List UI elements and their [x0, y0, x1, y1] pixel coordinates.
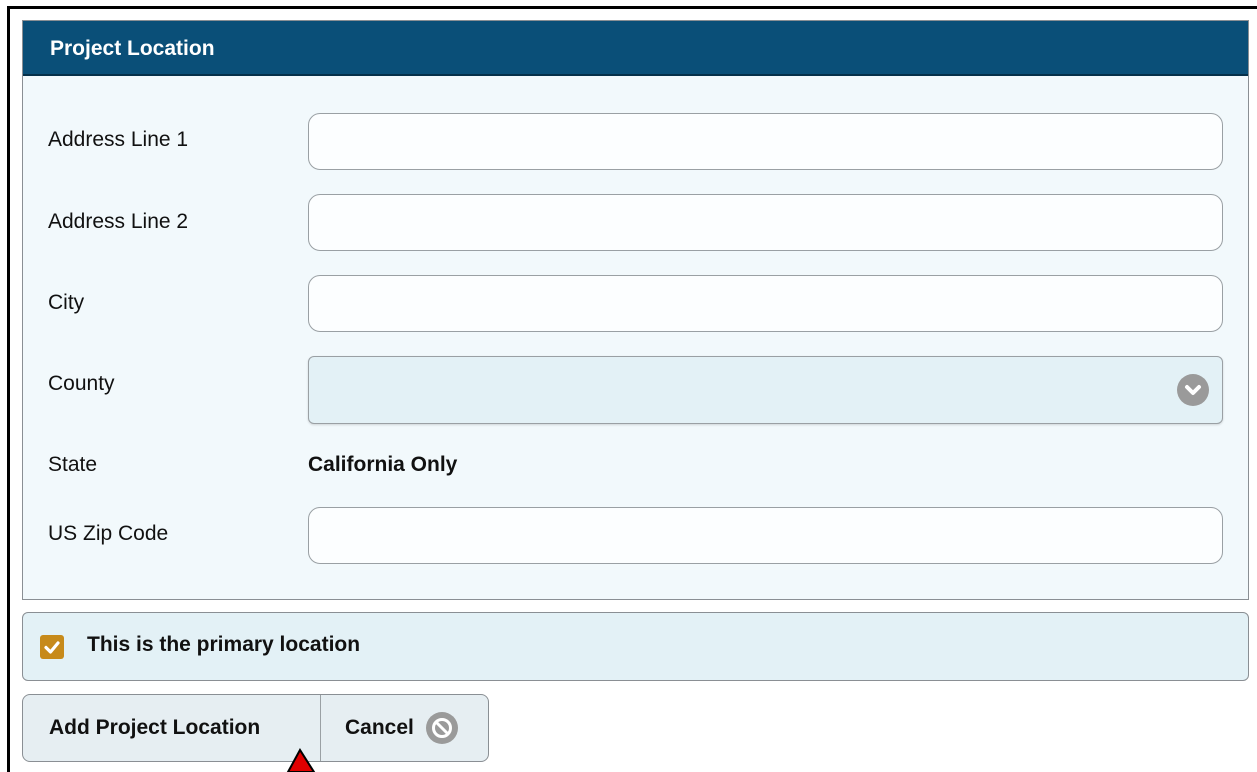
form-button-group: Add Project Location Cancel: [22, 694, 489, 762]
address-line-1-input[interactable]: [308, 113, 1223, 170]
address-line-2-label: Address Line 2: [48, 210, 189, 233]
primary-location-bar: This is the primary location: [22, 612, 1249, 681]
checkmark-icon: [44, 641, 60, 654]
state-value: California Only: [308, 453, 458, 476]
address-line-2-row: Address Line 2: [23, 194, 1248, 251]
county-row: County: [23, 356, 1248, 424]
county-label: County: [48, 372, 115, 395]
city-label: City: [48, 291, 85, 314]
cancel-button[interactable]: Cancel: [321, 695, 488, 761]
state-row: State California Only: [23, 451, 1248, 481]
cancel-label: Cancel: [345, 716, 414, 739]
state-label: State: [48, 453, 98, 476]
address-line-1-label: Address Line 1: [48, 128, 189, 151]
panel-title: Project Location: [23, 21, 1248, 76]
cancel-circle-icon: [425, 712, 458, 744]
primary-location-checkbox[interactable]: [40, 635, 64, 659]
address-line-2-input[interactable]: [308, 194, 1223, 251]
address-line-1-row: Address Line 1: [23, 113, 1248, 170]
zip-input[interactable]: [308, 507, 1223, 564]
chevron-down-icon[interactable]: [1177, 374, 1209, 406]
city-input[interactable]: [308, 275, 1223, 332]
city-row: City: [23, 275, 1248, 332]
zip-row: US Zip Code: [23, 507, 1248, 564]
primary-location-label[interactable]: This is the primary location: [87, 633, 360, 657]
county-select[interactable]: [308, 356, 1223, 424]
project-location-panel: Project Location Address Line 1 Address …: [22, 20, 1249, 600]
zip-label: US Zip Code: [48, 522, 169, 545]
add-project-location-label: Add Project Location: [49, 716, 261, 739]
red-pointer-arrow-icon: [286, 748, 316, 772]
